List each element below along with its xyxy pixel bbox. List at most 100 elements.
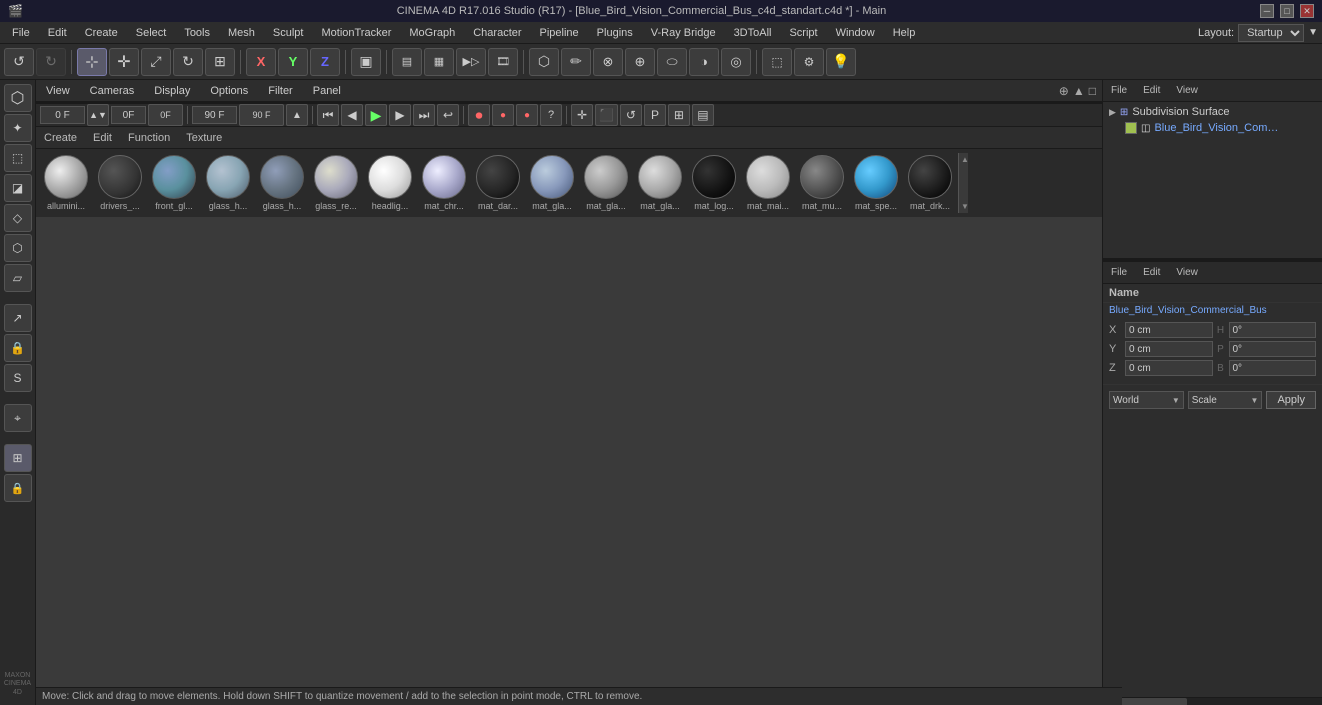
- nurbs-button[interactable]: ⊗: [593, 48, 623, 76]
- menu-file[interactable]: File: [4, 25, 38, 41]
- viewport-wrapper[interactable]: Perspective: [36, 102, 1102, 705]
- material-drivers[interactable]: drivers_...: [94, 153, 146, 213]
- keyframe-more-btn[interactable]: ▤: [692, 104, 714, 126]
- material-mat-log[interactable]: mat_log...: [688, 153, 740, 213]
- render-settings-btn[interactable]: ⚙: [794, 48, 824, 76]
- camera-button[interactable]: ◎: [721, 48, 751, 76]
- right-panel-scrollbar[interactable]: [1103, 697, 1322, 705]
- vp-menu-filter[interactable]: Filter: [264, 83, 296, 99]
- coord-p-val[interactable]: 0°: [1229, 341, 1317, 357]
- mat-scroll[interactable]: ▲ ▼: [958, 153, 968, 213]
- end-frame-box[interactable]: 0 F: [1052, 103, 1102, 104]
- obj-item-subdivision[interactable]: ▶ ⊞ Subdivision Surface: [1105, 104, 1320, 120]
- close-button[interactable]: ✕: [1300, 4, 1314, 18]
- menu-3dtoall[interactable]: 3DToAll: [726, 25, 780, 41]
- material-mat-mu[interactable]: mat_mu...: [796, 153, 848, 213]
- material-dark[interactable]: mat_drk...: [904, 153, 956, 213]
- menu-plugins[interactable]: Plugins: [589, 25, 641, 41]
- move-mode-button[interactable]: ✛: [109, 48, 139, 76]
- render-region-button[interactable]: ▤: [392, 48, 422, 76]
- material-mat-gla2[interactable]: mat_gla...: [580, 153, 632, 213]
- window-controls[interactable]: ─ □ ✕: [1260, 4, 1314, 18]
- frame-field-1[interactable]: [40, 106, 85, 124]
- menu-character[interactable]: Character: [465, 25, 529, 41]
- menu-edit[interactable]: Edit: [40, 25, 75, 41]
- tl-icon-btn[interactable]: ▲: [286, 104, 308, 126]
- vp-menu-view[interactable]: View: [42, 83, 74, 99]
- material-glass-hu[interactable]: glass_h...: [256, 153, 308, 213]
- material-alluminium[interactable]: allumini...: [40, 153, 92, 213]
- play-button[interactable]: ▶: [365, 104, 387, 126]
- menu-create[interactable]: Create: [77, 25, 126, 41]
- picture-viewer-button[interactable]: 🎞: [488, 48, 518, 76]
- next-frame-button[interactable]: ▶: [389, 104, 411, 126]
- mat-menu-texture[interactable]: Texture: [182, 131, 226, 145]
- object-type-button[interactable]: ◑: [689, 48, 719, 76]
- menu-window[interactable]: Window: [828, 25, 883, 41]
- coord-h-val[interactable]: 0°: [1229, 322, 1317, 338]
- vp-menu-cameras[interactable]: Cameras: [86, 83, 139, 99]
- left-grid-btn[interactable]: ⊞: [4, 444, 32, 472]
- menu-motion-tracker[interactable]: MotionTracker: [313, 25, 399, 41]
- rotate-mode-button[interactable]: ↻: [173, 48, 203, 76]
- current-frame-box[interactable]: 0 F: [36, 103, 92, 104]
- menu-mograph[interactable]: MoGraph: [401, 25, 463, 41]
- keyframe-add-btn[interactable]: ✛: [571, 104, 593, 126]
- obj-item-bluebird[interactable]: ◫ Blue_Bird_Vision_Commercial_Bu: [1105, 120, 1320, 136]
- left-mode-6[interactable]: ⬡: [4, 234, 32, 262]
- next-key-button[interactable]: ⏭: [413, 104, 435, 126]
- record-rot-button[interactable]: ●: [516, 104, 538, 126]
- render-view-button[interactable]: ▦: [424, 48, 454, 76]
- menu-select[interactable]: Select: [128, 25, 175, 41]
- left-lock2-btn[interactable]: 🔒: [4, 474, 32, 502]
- left-mode-4[interactable]: ◪: [4, 174, 32, 202]
- material-mat-chr[interactable]: mat_chr...: [418, 153, 470, 213]
- mat-menu-function[interactable]: Function: [124, 131, 174, 145]
- vp-icon-2[interactable]: ▲: [1073, 84, 1085, 98]
- left-mode-5[interactable]: ◇: [4, 204, 32, 232]
- material-glass-re[interactable]: glass_re...: [310, 153, 362, 213]
- undo-button[interactable]: ↺: [4, 48, 34, 76]
- deformer-button[interactable]: ⊕: [625, 48, 655, 76]
- left-lock-btn[interactable]: 🔒: [4, 334, 32, 362]
- left-mode-7[interactable]: ▱: [4, 264, 32, 292]
- coord-x-val[interactable]: 0 cm: [1125, 322, 1213, 338]
- timeline-ruler[interactable]: 0 F 0 5 10 15 20 25 30 35 40: [36, 103, 1102, 104]
- vp-icon-3[interactable]: □: [1089, 84, 1096, 98]
- left-snap-btn[interactable]: ↗: [4, 304, 32, 332]
- obj-header-edit[interactable]: Edit: [1139, 83, 1164, 98]
- world-dropdown[interactable]: World ▼: [1109, 391, 1184, 409]
- material-mat-mai[interactable]: mat_mai...: [742, 153, 794, 213]
- record-pos-button[interactable]: ●: [492, 104, 514, 126]
- vp-menu-display[interactable]: Display: [150, 83, 194, 99]
- cube-button[interactable]: ⬡: [529, 48, 559, 76]
- menu-pipeline[interactable]: Pipeline: [532, 25, 587, 41]
- y-axis-button[interactable]: Y: [278, 48, 308, 76]
- material-special[interactable]: mat_spe...: [850, 153, 902, 213]
- keyframe-grid-btn[interactable]: ⊞: [668, 104, 690, 126]
- frame-field-2[interactable]: [111, 106, 146, 124]
- frame-field-5-btn[interactable]: 90 F: [239, 104, 284, 126]
- material-mat-gla3[interactable]: mat_gla...: [634, 153, 686, 213]
- menu-help[interactable]: Help: [885, 25, 924, 41]
- x-axis-button[interactable]: X: [246, 48, 276, 76]
- frame-up-down[interactable]: ▲▼: [87, 104, 109, 126]
- env-button[interactable]: ⬭: [657, 48, 687, 76]
- menu-sculpt[interactable]: Sculpt: [265, 25, 312, 41]
- left-mode-1[interactable]: ⬡: [4, 84, 32, 112]
- vp-icon-1[interactable]: ⊕: [1059, 84, 1069, 98]
- frame-field-4[interactable]: [192, 106, 237, 124]
- attr-header-edit[interactable]: Edit: [1139, 265, 1164, 280]
- mat-menu-edit[interactable]: Edit: [89, 131, 116, 145]
- scale-mode-button[interactable]: ⤢: [141, 48, 171, 76]
- attr-header-file[interactable]: File: [1107, 265, 1131, 280]
- z-axis-button[interactable]: Z: [310, 48, 340, 76]
- cursor-mode-button[interactable]: ⊹: [77, 48, 107, 76]
- left-s-btn[interactable]: S: [4, 364, 32, 392]
- frame-field-3-btn[interactable]: 0F: [148, 104, 183, 126]
- mat-menu-create[interactable]: Create: [40, 131, 81, 145]
- light-icon-btn[interactable]: 💡: [826, 48, 856, 76]
- redo-button[interactable]: ↻: [36, 48, 66, 76]
- attr-selected-item[interactable]: Blue_Bird_Vision_Commercial_Bus: [1103, 303, 1303, 318]
- coord-z-val[interactable]: 0 cm: [1125, 360, 1213, 376]
